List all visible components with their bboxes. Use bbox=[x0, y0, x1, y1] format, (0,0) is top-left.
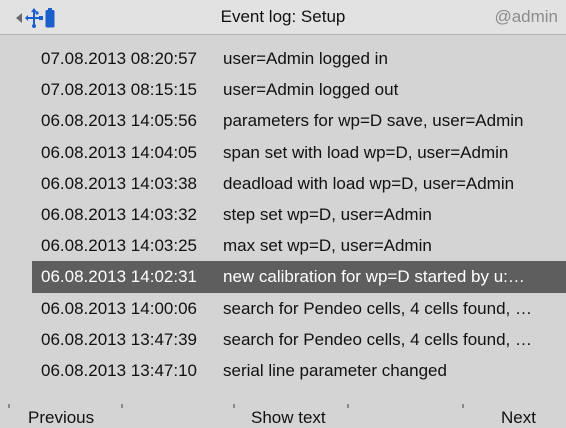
header-bar: Event log: Setup @admin bbox=[0, 0, 566, 35]
event-message: parameters for wp=D save, user=Admin bbox=[223, 111, 524, 131]
event-message: search for Pendeo cells, 4 cells found, … bbox=[223, 329, 532, 349]
event-message: search for Pendeo cells, 4 cells found, … bbox=[223, 298, 532, 318]
event-message: span set with load wp=D, user=Admin bbox=[223, 142, 509, 162]
page-title: Event log: Setup bbox=[220, 7, 346, 26]
softkey-divider bbox=[347, 404, 349, 408]
event-row[interactable]: 06.08.2013 14:05:56 parameters for wp=D s… bbox=[32, 105, 566, 136]
event-timestamp: 06.08.2013 14:03:25 bbox=[41, 236, 197, 256]
event-timestamp: 06.08.2013 13:47:10 bbox=[41, 360, 197, 380]
event-row[interactable]: 06.08.2013 13:47:10 serial line parameter… bbox=[32, 355, 566, 386]
show-text-button[interactable]: Show text bbox=[251, 407, 326, 428]
network-icon bbox=[25, 8, 43, 28]
event-timestamp: 06.08.2013 13:47:39 bbox=[41, 329, 197, 349]
event-timestamp: 07.08.2013 08:20:57 bbox=[41, 49, 197, 68]
arrow-left-icon[interactable] bbox=[14, 12, 24, 24]
event-row[interactable]: 07.08.2013 08:15:15 user=Admin logged out bbox=[32, 74, 566, 105]
event-timestamp: 06.08.2013 14:03:38 bbox=[41, 173, 197, 193]
softkey-divider bbox=[121, 404, 123, 408]
event-message: user=Admin logged out bbox=[223, 80, 399, 100]
event-timestamp: 06.08.2013 14:02:31 bbox=[41, 267, 197, 287]
event-message: serial line parameter changed bbox=[223, 360, 447, 380]
event-row[interactable]: 06.08.2013 13:47:39 search for Pendeo cel… bbox=[32, 324, 566, 355]
event-message: deadload with load wp=D, user=Admin bbox=[223, 173, 515, 193]
previous-button[interactable]: Previous bbox=[28, 407, 94, 428]
event-timestamp: 06.08.2013 14:03:32 bbox=[41, 204, 197, 224]
event-log-list: 07.08.2013 08:20:57 user=Admin logged in 0… bbox=[32, 43, 566, 386]
next-button[interactable]: Next bbox=[501, 407, 536, 428]
event-row[interactable]: 06.08.2013 14:00:06 search for Pendeo cel… bbox=[32, 293, 566, 324]
softkey-divider bbox=[8, 404, 10, 408]
status-icons bbox=[14, 6, 74, 30]
event-row[interactable]: 06.08.2013 14:04:05 span set with load wp… bbox=[32, 137, 566, 168]
event-message: new calibration for wp=D started by u:… bbox=[223, 267, 525, 287]
event-message: max set wp=D, user=Admin bbox=[223, 236, 432, 256]
softkey-divider bbox=[233, 404, 235, 408]
softkey-divider bbox=[462, 404, 464, 408]
event-timestamp: 06.08.2013 14:05:56 bbox=[41, 111, 197, 131]
event-timestamp: 07.08.2013 08:15:15 bbox=[41, 80, 197, 100]
event-row-selected[interactable]: 06.08.2013 14:02:31 new calibration for w… bbox=[32, 261, 566, 293]
event-row[interactable]: 06.08.2013 14:03:32 step set wp=D, user=A… bbox=[32, 199, 566, 230]
event-message: user=Admin logged in bbox=[223, 49, 388, 68]
softkey-bar: Previous Show text Next bbox=[0, 404, 566, 428]
event-timestamp: 06.08.2013 14:00:06 bbox=[41, 298, 197, 318]
event-message: step set wp=D, user=Admin bbox=[223, 204, 432, 224]
user-label: @admin bbox=[494, 7, 558, 26]
event-timestamp: 06.08.2013 14:04:05 bbox=[41, 142, 197, 162]
event-row[interactable]: 07.08.2013 08:20:57 user=Admin logged in bbox=[32, 43, 566, 74]
battery-icon bbox=[45, 8, 55, 28]
event-row[interactable]: 06.08.2013 14:03:25 max set wp=D, user=Ad… bbox=[32, 230, 566, 261]
event-row[interactable]: 06.08.2013 14:03:38 deadload with load wp… bbox=[32, 168, 566, 199]
